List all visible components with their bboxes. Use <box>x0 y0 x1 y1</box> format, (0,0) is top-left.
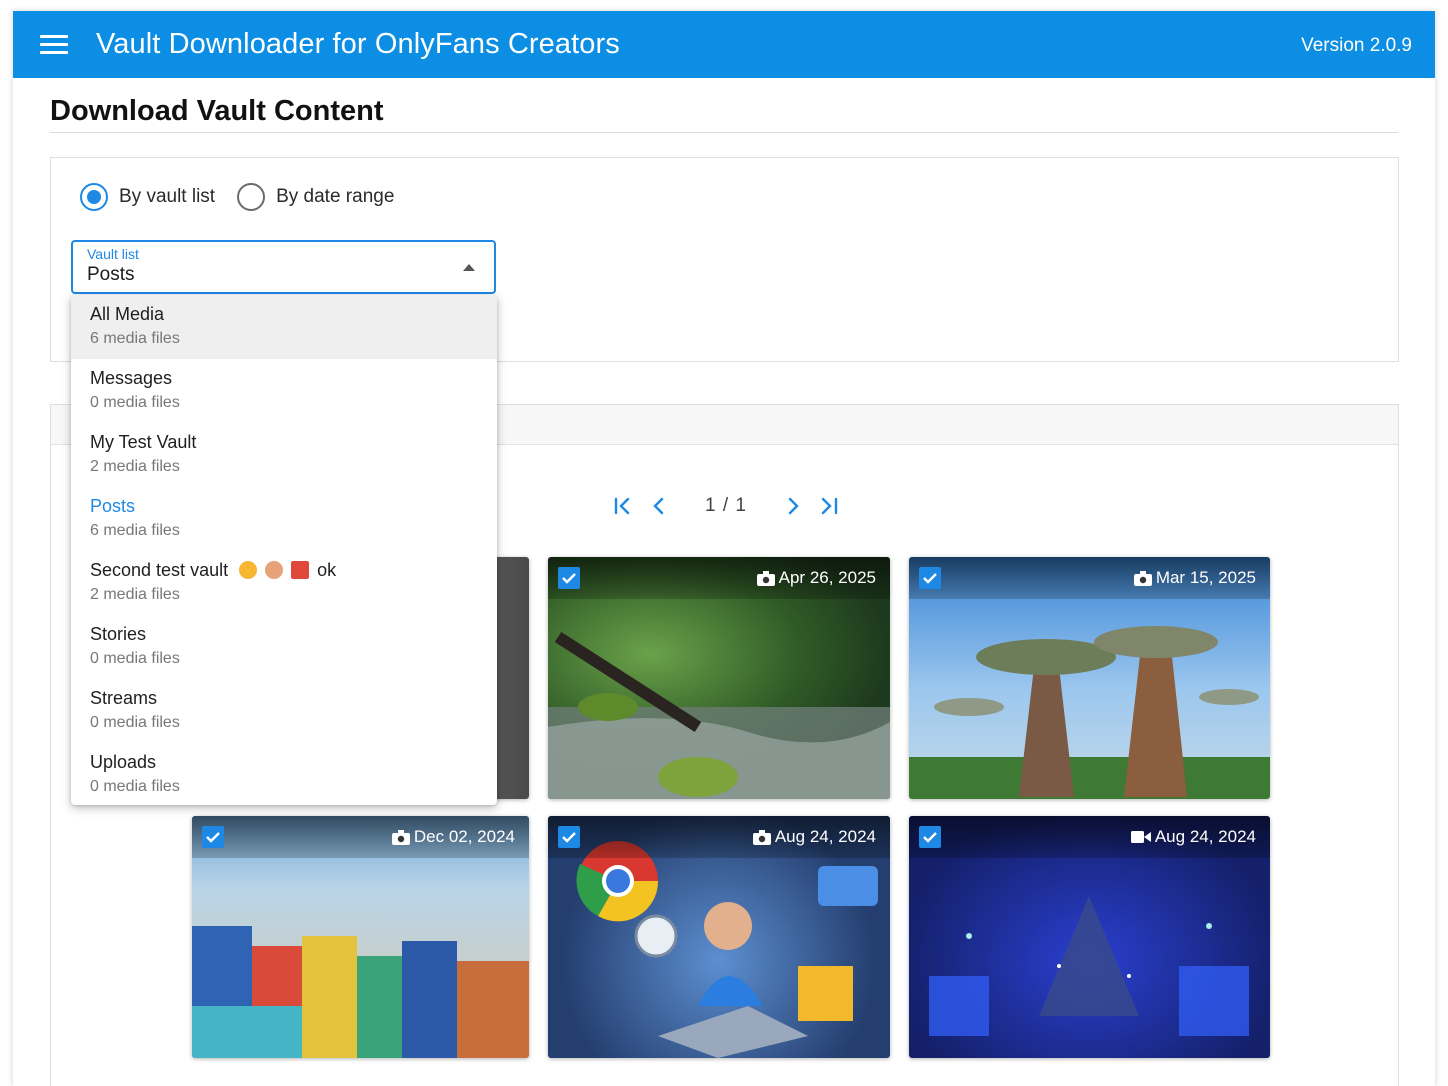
vault-option-streams[interactable]: Streams 0 media files <box>71 679 497 743</box>
radio-by-vault-list[interactable]: By vault list <box>80 183 215 211</box>
vault-option-messages[interactable]: Messages 0 media files <box>71 359 497 423</box>
media-thumbnail[interactable]: Aug 24, 2024 <box>909 816 1270 1058</box>
radio-label: By date range <box>276 186 395 207</box>
pagination: 1 / 1 <box>609 492 843 520</box>
video-icon <box>1130 831 1151 843</box>
page-title: Download Vault Content <box>50 95 384 127</box>
app-title: Vault Downloader for OnlyFans Creators <box>96 28 620 60</box>
media-date: Apr 26, 2025 <box>756 568 876 588</box>
select-checkbox[interactable] <box>202 826 224 848</box>
media-date: Aug 24, 2024 <box>752 827 876 847</box>
menu-icon[interactable] <box>40 35 68 55</box>
media-thumbnail[interactable]: Mar 15, 2025 <box>909 557 1270 799</box>
vault-option-posts[interactable]: Posts 6 media files <box>71 487 497 551</box>
media-thumbnail[interactable]: Apr 26, 2025 <box>548 557 890 799</box>
title-divider <box>50 132 1398 133</box>
select-checkbox[interactable] <box>558 826 580 848</box>
vault-option-all-media[interactable]: All Media 6 media files <box>71 295 497 359</box>
first-page-icon[interactable] <box>609 492 637 520</box>
grin-emoji-icon <box>239 561 258 579</box>
app-window: Vault Downloader for OnlyFans Creators V… <box>13 11 1435 1086</box>
media-date: Mar 15, 2025 <box>1133 568 1256 588</box>
select-checkbox[interactable] <box>919 567 941 589</box>
gift-emoji-icon <box>291 561 310 579</box>
vault-option-second-test-vault[interactable]: Second test vault ok 2 media files <box>71 551 497 615</box>
next-page-icon[interactable] <box>779 492 807 520</box>
vault-option-stories[interactable]: Stories 0 media files <box>71 615 497 679</box>
media-date: Dec 02, 2024 <box>391 827 515 847</box>
vault-list-dropdown: All Media 6 media files Messages 0 media… <box>71 295 497 805</box>
last-page-icon[interactable] <box>815 492 843 520</box>
radio-checked-icon <box>80 183 108 211</box>
vault-option-my-test-vault[interactable]: My Test Vault 2 media files <box>71 423 497 487</box>
media-date: Aug 24, 2024 <box>1130 827 1256 847</box>
photo-icon <box>756 570 775 586</box>
dog-emoji-icon <box>265 561 284 579</box>
media-thumbnail[interactable]: Aug 24, 2024 <box>548 816 890 1058</box>
version-label: Version 2.0.9 <box>1301 35 1412 56</box>
select-value: Posts <box>87 264 135 285</box>
caret-up-icon <box>463 264 475 271</box>
vault-option-uploads[interactable]: Uploads 0 media files <box>71 743 497 805</box>
photo-icon <box>391 829 410 845</box>
radio-label: By vault list <box>119 186 216 207</box>
radio-unchecked-icon <box>237 183 266 211</box>
mode-radio-group: By vault list By date range <box>80 183 394 211</box>
app-bar: Vault Downloader for OnlyFans Creators V… <box>13 11 1435 78</box>
vault-list-select[interactable]: Vault list Posts <box>71 240 496 294</box>
select-label: Vault list <box>87 246 139 262</box>
prev-page-icon[interactable] <box>645 492 673 520</box>
media-thumbnail[interactable]: Dec 02, 2024 <box>192 816 529 1058</box>
select-checkbox[interactable] <box>919 826 941 848</box>
select-checkbox[interactable] <box>558 567 580 589</box>
photo-icon <box>1133 570 1152 586</box>
radio-by-date-range[interactable]: By date range <box>237 183 394 211</box>
page-indicator: 1 / 1 <box>705 495 747 516</box>
photo-icon <box>752 829 771 845</box>
